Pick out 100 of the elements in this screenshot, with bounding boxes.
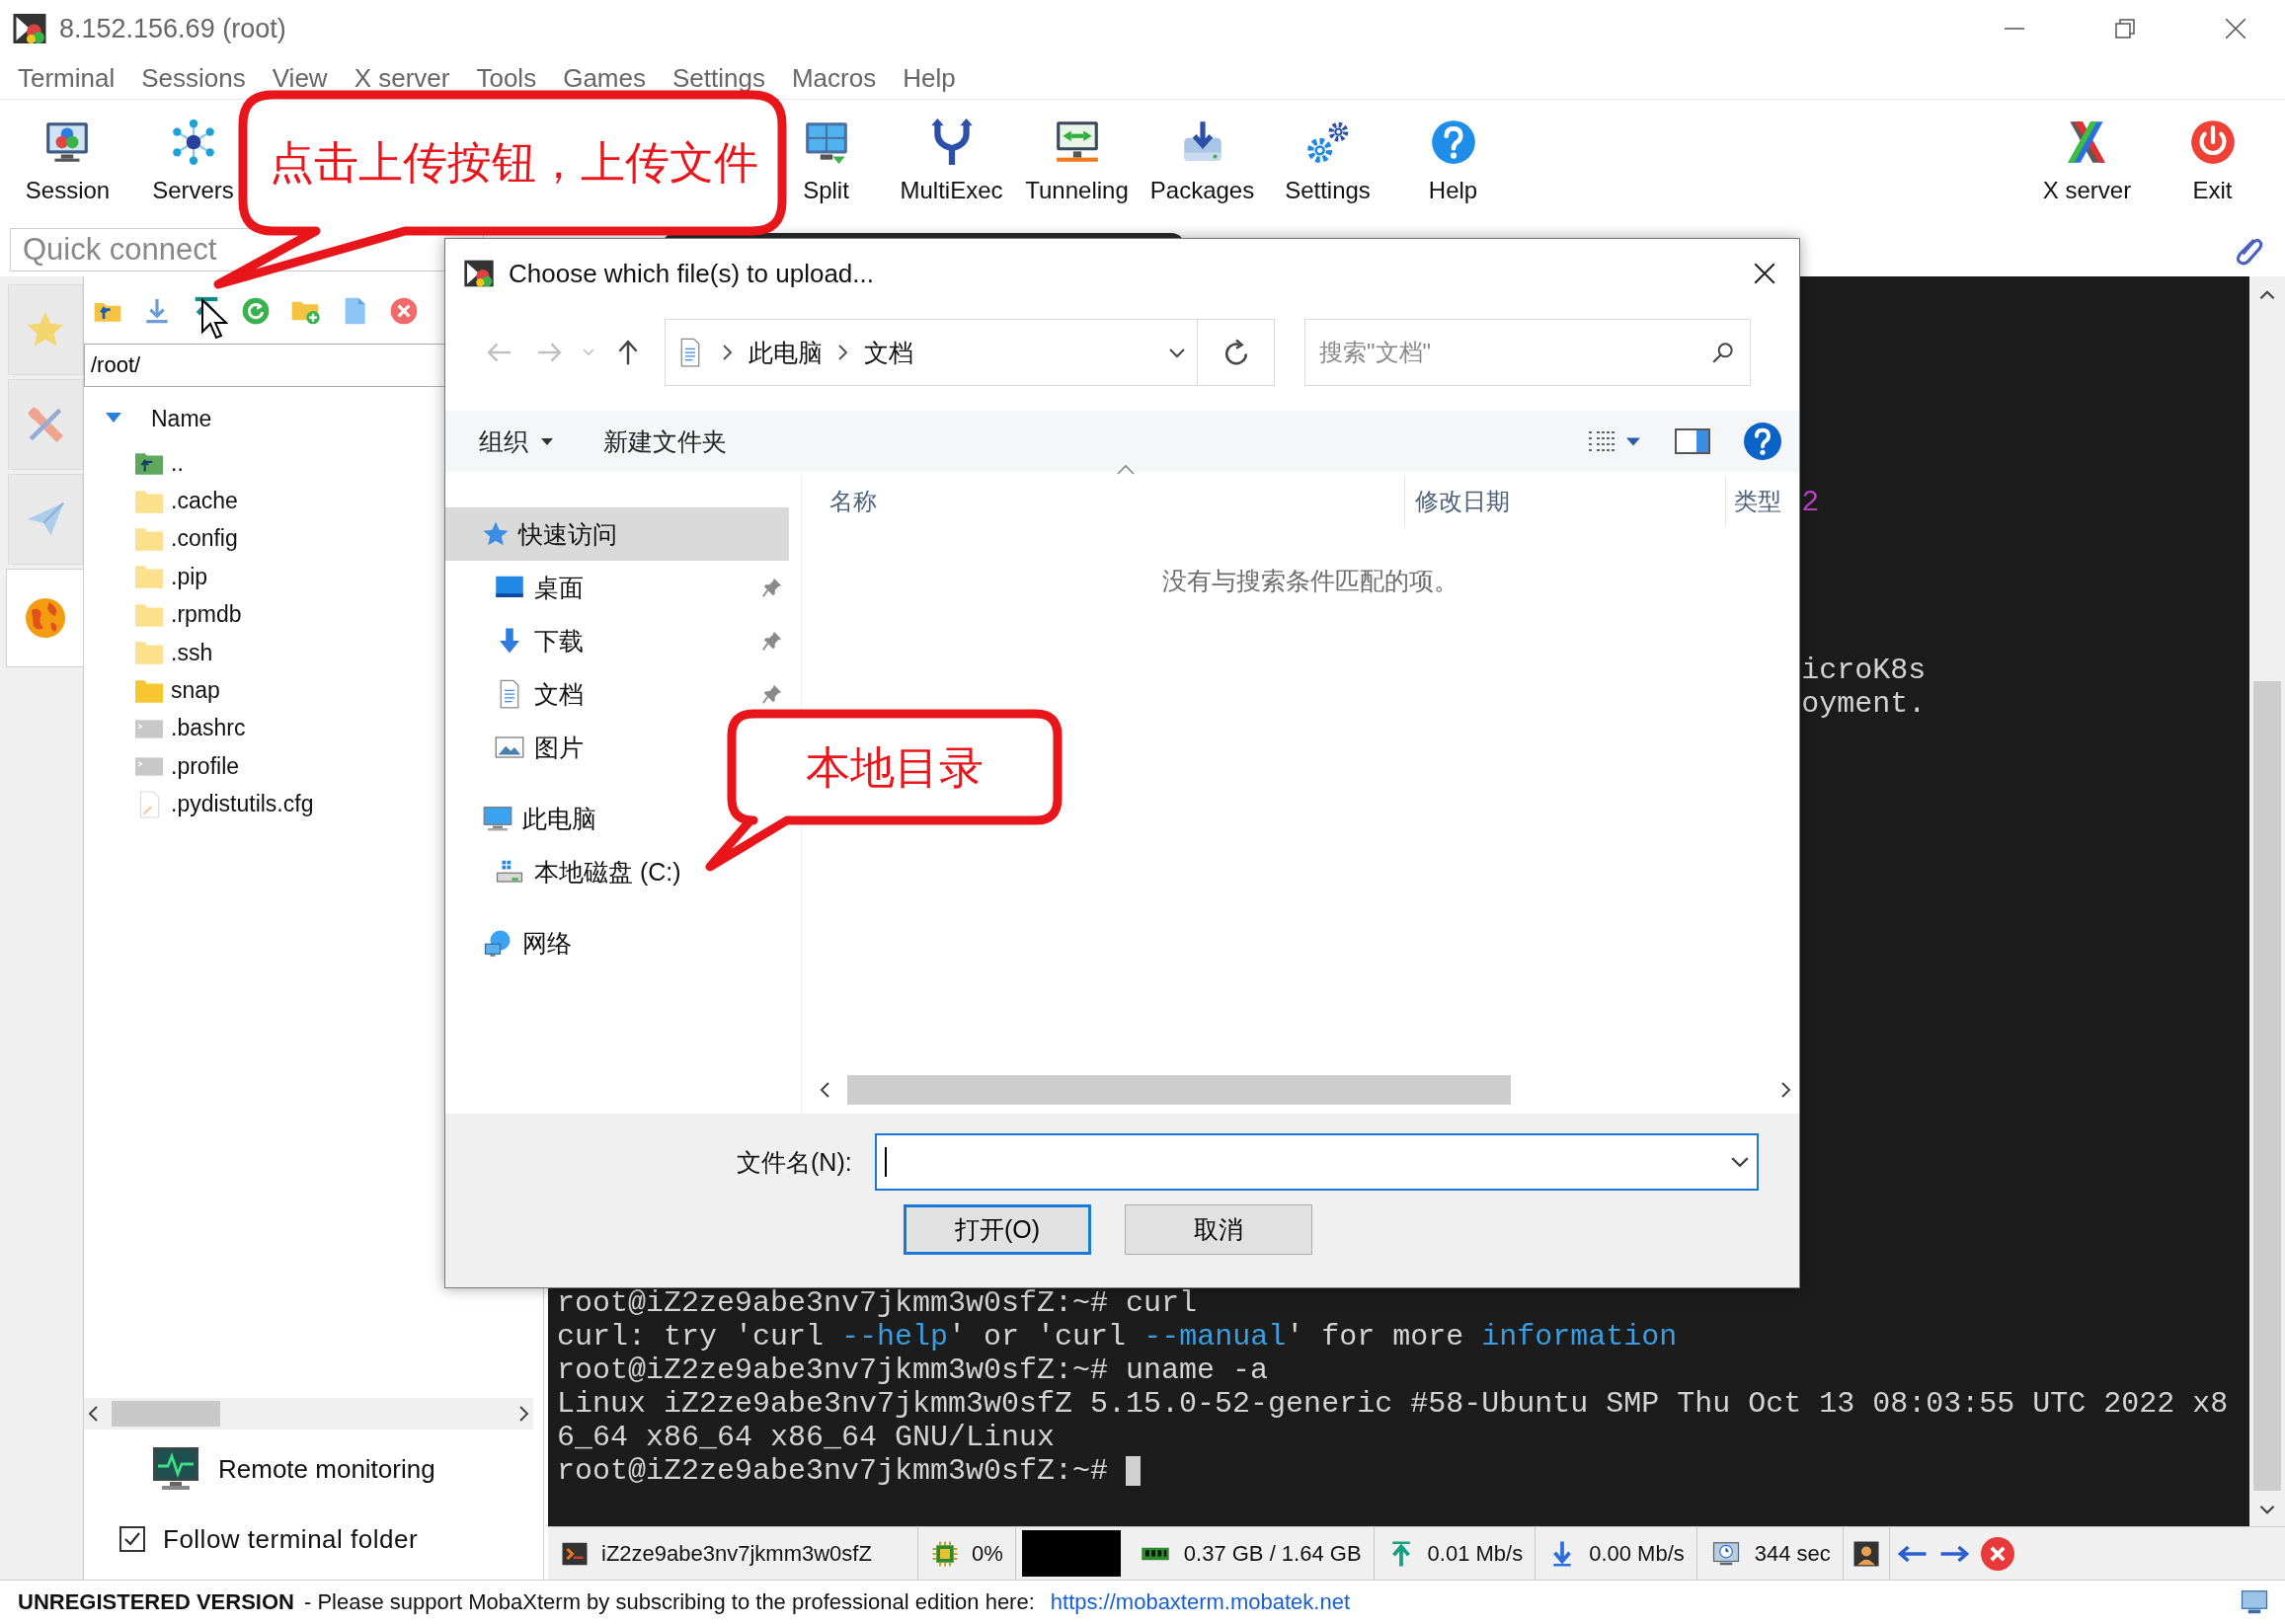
help-button[interactable] (1744, 423, 1781, 460)
status-text: 0.37 GB / 1.64 GB (1183, 1540, 1362, 1567)
file-name[interactable]: .pydistutils.cfg (171, 791, 314, 818)
scrollbar-thumb[interactable] (2253, 681, 2281, 1491)
back-arrow-icon (486, 342, 513, 363)
file-name[interactable]: .bashrc (171, 715, 246, 742)
nav-item[interactable]: 图片 (445, 721, 590, 774)
caret-icon (540, 436, 554, 446)
toolbar-button[interactable]: X server (2040, 100, 2134, 222)
empty-message: 没有与搜索条件匹配的项。 (1162, 566, 1458, 596)
preview-pane-button[interactable] (1675, 428, 1710, 454)
chevron-icon (836, 344, 850, 361)
file-name[interactable]: .cache (171, 488, 238, 515)
dialog-button[interactable]: 取消 (1125, 1204, 1312, 1255)
terminal-line: root@iZ2ze9abe3nv7jkmm3w0sfZ:~# (557, 1454, 1142, 1488)
nav-item[interactable]: 此电脑 (445, 792, 602, 845)
caret-icon (1625, 436, 1641, 446)
menu-item[interactable]: Sessions (129, 62, 261, 94)
menu-item[interactable]: Terminal (6, 62, 130, 94)
toolbar-button[interactable]: Packages (1147, 100, 1257, 222)
nav-item[interactable]: 网络 (445, 916, 578, 969)
toolbar-button[interactable]: Exit (2185, 100, 2240, 222)
checkbox[interactable] (119, 1526, 145, 1552)
toolbar-button[interactable]: Help (1426, 100, 1480, 222)
pin-icon (761, 577, 783, 598)
toolbar-button[interactable]: Tunneling (1023, 100, 1131, 222)
chevron-icon (721, 344, 735, 361)
file-name[interactable]: snap (171, 677, 220, 705)
search-field[interactable]: 搜索"文档" (1304, 319, 1751, 386)
terminal-line: 6_64 x86_64 x86_64 GNU/Linux (557, 1421, 1056, 1454)
column-header[interactable]: 类型 (1726, 476, 1787, 527)
file-name[interactable]: .profile (171, 752, 240, 780)
breadcrumb-item[interactable]: 文档 (864, 336, 913, 369)
menu-item[interactable]: Help (891, 62, 971, 94)
up-arrow-icon (617, 339, 639, 366)
preview-pane-icon (1675, 428, 1710, 454)
side-tab[interactable] (6, 569, 83, 667)
callout-text: 点击上传按钮，上传文件 (269, 136, 758, 190)
menu-item[interactable]: View (260, 62, 343, 94)
right-arrow-icon (1938, 1544, 1969, 1563)
toolbar-button[interactable]: MultiExec (898, 100, 1005, 222)
file-name[interactable]: .ssh (171, 639, 213, 666)
terminal-text: 2 (1801, 486, 1820, 519)
field-label: 文件名(N): (737, 1146, 853, 1178)
nav-item[interactable]: 文档 (445, 667, 801, 721)
command-button[interactable]: 组织 (473, 425, 560, 458)
refresh-button[interactable] (1198, 319, 1275, 386)
view-options-button[interactable] (1588, 430, 1641, 452)
status-text: iZ2ze9abe3nv7jkmm3w0sfZ (601, 1540, 872, 1567)
toolbar-button[interactable]: Settings (1283, 100, 1373, 222)
refresh-icon (1222, 339, 1249, 366)
computer-icon (481, 804, 514, 833)
file-name[interactable]: .. (171, 449, 184, 477)
column-header[interactable]: 修改日期 (1405, 476, 1726, 527)
sort-caret-icon (1116, 464, 1136, 476)
remote-monitoring-link[interactable]: Remote monitoring (218, 1453, 435, 1485)
dialog-button[interactable]: 打开(O) (904, 1204, 1091, 1255)
filename-field[interactable] (875, 1133, 1759, 1191)
pin-icon (761, 683, 783, 705)
nav-item[interactable]: 快速访问 (445, 507, 789, 561)
scrollbar-thumb[interactable] (112, 1401, 220, 1427)
address-bar[interactable]: 此电脑 文档 (665, 319, 1198, 386)
column-header[interactable]: 名称 (802, 476, 1405, 527)
app-logo-icon (12, 11, 47, 46)
menu-item[interactable]: Macros (779, 62, 892, 94)
website-link[interactable]: https://mobaxterm.mobatek.net (1050, 1589, 1351, 1615)
file-name[interactable]: .config (171, 525, 238, 553)
list-view-icon (1588, 430, 1615, 452)
terminal-text: icroK8s (1801, 654, 1927, 687)
dialog-title: Choose which file(s) to upload... (509, 258, 875, 289)
pin-icon (761, 630, 783, 652)
file-name[interactable]: .rpmdb (171, 601, 242, 629)
checkbox-label[interactable]: Follow terminal folder (163, 1523, 419, 1555)
toolbar-button[interactable]: Split (799, 100, 853, 222)
menu-item[interactable]: Tools (464, 62, 552, 94)
window-title: 8.152.156.69 (root) (59, 13, 287, 44)
dropdown-icon (1731, 1157, 1749, 1167)
menu-item[interactable]: Games (551, 62, 661, 94)
expand-caret-icon (106, 413, 121, 425)
monitoring-icon (151, 1446, 200, 1492)
toolbar-button[interactable]: Session (23, 100, 113, 222)
command-button[interactable]: 新建文件夹 (597, 425, 733, 458)
terminal-line: root@iZ2ze9abe3nv7jkmm3w0sfZ:~# uname -a (557, 1353, 1269, 1387)
terminal-text: oyment. (1801, 687, 1927, 721)
restore-icon (2113, 17, 2137, 40)
terminal-line: curl: try 'curl --help' or 'curl --manual' for more information (557, 1320, 1678, 1353)
forward-arrow-icon (535, 342, 563, 363)
nav-item[interactable]: 桌面 (445, 561, 801, 614)
left-arrow-icon (1897, 1544, 1928, 1563)
breadcrumb-item[interactable]: 此电脑 (749, 336, 823, 369)
menu-item[interactable]: X server (342, 62, 465, 94)
nav-item[interactable]: 本地磁盘 (C:) (445, 845, 687, 898)
menu-item[interactable]: Settings (660, 62, 780, 94)
toolbar-button[interactable]: Servers (150, 100, 236, 222)
notice-text: - Please support MobaXterm by subscribing to the professional edition here: (303, 1589, 1035, 1615)
scrollbar-thumb[interactable] (847, 1075, 1511, 1105)
nav-item[interactable]: 下载 (445, 614, 801, 667)
column-header[interactable]: Name (151, 405, 212, 432)
file-name[interactable]: .pip (171, 563, 208, 590)
close-circle-icon (1980, 1536, 2014, 1571)
